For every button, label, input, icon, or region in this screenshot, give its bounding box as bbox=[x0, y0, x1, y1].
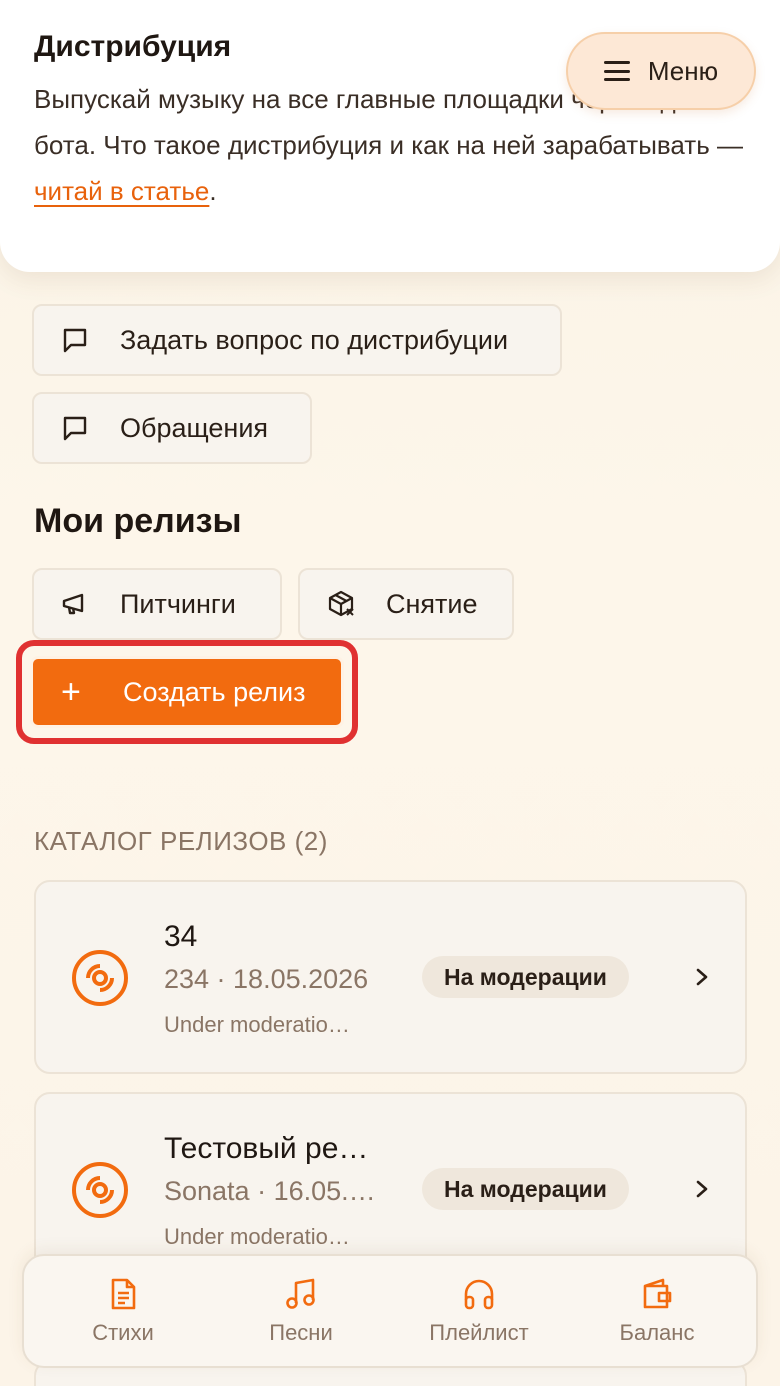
create-release-label: Создать релиз bbox=[123, 676, 306, 707]
ask-question-label: Задать вопрос по дистрибуции bbox=[120, 324, 509, 355]
nav-item-playlist[interactable]: Плейлист bbox=[394, 1276, 564, 1346]
nav-label: Баланс bbox=[619, 1320, 695, 1345]
nav-item-songs[interactable]: Песни bbox=[216, 1276, 386, 1346]
chevron-right-icon bbox=[696, 968, 708, 986]
pitching-label: Питчинги bbox=[120, 588, 236, 619]
disc-icon bbox=[72, 1162, 128, 1218]
takedown-button[interactable]: Снятие bbox=[298, 568, 514, 640]
nav-item-lyrics[interactable]: Стихи bbox=[38, 1276, 208, 1346]
menu-button[interactable]: Меню bbox=[566, 32, 756, 110]
chevron-right-icon bbox=[696, 1180, 708, 1198]
plus-icon: + bbox=[61, 673, 81, 711]
music-note-icon bbox=[286, 1278, 315, 1309]
nav-label: Стихи bbox=[92, 1320, 154, 1345]
nav-label: Плейлист bbox=[429, 1320, 529, 1345]
megaphone-icon bbox=[60, 589, 90, 619]
takedown-label: Снятие bbox=[386, 588, 478, 619]
release-card[interactable]: 34 234 · 18.05.2026 Under moderatio… На … bbox=[34, 880, 747, 1074]
nav-label: Песни bbox=[269, 1320, 333, 1345]
release-subtitle: 234 · 18.05.2026 bbox=[164, 964, 369, 994]
catalog-label: КАТАЛОГ РЕЛИЗОВ (2) bbox=[34, 826, 328, 856]
tickets-button[interactable]: Обращения bbox=[32, 392, 312, 464]
document-icon bbox=[111, 1278, 136, 1310]
bottom-nav: Стихи Песни Плейлист Баланс bbox=[22, 1254, 758, 1368]
release-subtitle: Sonata · 16.05.… bbox=[164, 1176, 376, 1206]
release-note: Under moderatio… bbox=[164, 1224, 350, 1249]
headphones-icon bbox=[464, 1279, 494, 1310]
article-link[interactable]: читай в статье bbox=[34, 176, 209, 206]
release-note: Under moderatio… bbox=[164, 1012, 350, 1037]
status-badge: На модерации bbox=[422, 956, 629, 998]
ask-question-button[interactable]: Задать вопрос по дистрибуции bbox=[32, 304, 562, 376]
release-title: 34 bbox=[164, 920, 198, 953]
disc-icon bbox=[72, 950, 128, 1006]
releases-title: Мои релизы bbox=[34, 502, 242, 540]
release-title: Тестовый ре… bbox=[164, 1132, 369, 1165]
status-badge: На модерации bbox=[422, 1168, 629, 1210]
create-release-button[interactable]: + Создать релиз bbox=[30, 656, 344, 728]
pitching-button[interactable]: Питчинги bbox=[32, 568, 282, 640]
chat-icon bbox=[60, 325, 90, 355]
menu-label: Меню bbox=[647, 55, 719, 86]
wallet-icon bbox=[643, 1278, 672, 1309]
chat-icon bbox=[60, 413, 90, 443]
hamburger-icon bbox=[603, 61, 630, 81]
package-remove-icon bbox=[326, 589, 356, 619]
intro-text-suffix: . bbox=[209, 176, 217, 206]
nav-item-balance[interactable]: Баланс bbox=[572, 1276, 742, 1346]
tickets-label: Обращения bbox=[120, 412, 269, 443]
